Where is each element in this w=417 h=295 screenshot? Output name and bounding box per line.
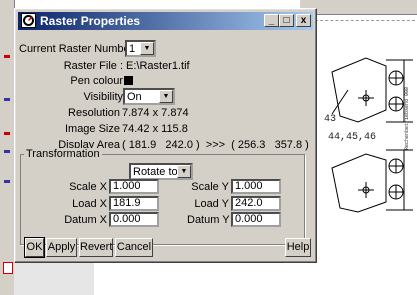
datum-x-label: Datum X xyxy=(64,214,107,226)
load-x-label: Load X xyxy=(72,198,107,210)
toolbar-marker xyxy=(4,180,10,183)
raster-properties-dialog: Raster Properties _ □ x Current Raster N… xyxy=(14,8,317,263)
raster-number-select[interactable]: 1 ▼ xyxy=(125,40,156,57)
top-ruler xyxy=(300,0,417,15)
resolution-label: Resolution xyxy=(68,107,120,119)
window-title: Raster Properties xyxy=(40,14,141,28)
load-y-label: Load Y xyxy=(194,198,229,210)
drawing-label-43: 43 xyxy=(324,114,337,125)
transformation-legend: Transformation xyxy=(24,148,102,160)
title-bar[interactable]: Raster Properties _ □ x xyxy=(18,12,313,30)
toolbar-marker xyxy=(4,55,10,58)
display-area-value: ( 181.9 242.0 ) >>> ( 256.3 357.8 ) xyxy=(122,139,309,151)
raster-file-label: Raster File : xyxy=(63,60,123,72)
bottom-panel xyxy=(14,258,94,295)
chevron-down-icon[interactable]: ▼ xyxy=(159,90,173,103)
load-x-input[interactable]: 181.9 xyxy=(109,196,159,211)
image-size-value: 74.42 x 115.8 xyxy=(122,123,188,135)
visibility-label: Visibility xyxy=(83,91,123,103)
toolbar-marker xyxy=(3,262,13,274)
load-y-input[interactable]: 242.0 xyxy=(231,196,281,211)
close-button[interactable]: x xyxy=(296,14,311,27)
apply-button[interactable]: Apply xyxy=(46,238,77,257)
pen-colour-label: Pen colour xyxy=(70,75,123,87)
raster-number-value: 1 xyxy=(129,43,136,55)
app-icon xyxy=(21,13,36,28)
chevron-down-icon[interactable]: ▼ xyxy=(177,165,191,178)
datum-y-label: Datum Y xyxy=(187,214,230,226)
datum-y-input[interactable]: 0.000 xyxy=(231,212,281,227)
pen-colour-swatch[interactable] xyxy=(124,76,133,85)
resolution-value: 7.874 x 7.874 xyxy=(122,107,189,119)
scale-y-label: Scale Y xyxy=(191,181,229,193)
drawing-label-44-45-46: 44,45,46 xyxy=(328,132,377,143)
visibility-value: On xyxy=(127,91,142,103)
scale-y-input[interactable]: 1.000 xyxy=(231,179,281,194)
maximize-button[interactable]: □ xyxy=(279,14,294,27)
revert-button[interactable]: Revert xyxy=(79,238,113,257)
scale-x-label: Scale X xyxy=(69,181,107,193)
ok-button[interactable]: OK xyxy=(24,237,45,258)
scale-x-input[interactable]: 1.000 xyxy=(109,179,159,194)
dashed-guide-line xyxy=(315,20,415,21)
image-size-label: Image Size xyxy=(64,123,120,135)
rotate-select[interactable]: Rotate to -90 ▼ xyxy=(129,163,193,190)
toolbar-marker xyxy=(4,150,10,153)
visibility-select[interactable]: On ▼ xyxy=(123,88,175,105)
toolbar-marker xyxy=(4,98,10,101)
raster-file-value: E:\Raster1.tif xyxy=(126,60,190,72)
minimize-button[interactable]: _ xyxy=(264,14,279,27)
toolbar-marker xyxy=(4,132,10,135)
chevron-down-icon[interactable]: ▼ xyxy=(140,42,154,55)
cancel-button[interactable]: Cancel xyxy=(115,238,153,257)
left-toolbar-strip xyxy=(0,0,15,295)
datum-x-input[interactable]: 0.000 xyxy=(109,212,159,227)
raster-number-label: Current Raster Number xyxy=(19,43,134,55)
drawing-vertical-text: Rechenbetriebsend 008 xyxy=(404,86,410,150)
raster-drawing xyxy=(331,57,413,213)
help-button[interactable]: Help xyxy=(285,238,311,257)
